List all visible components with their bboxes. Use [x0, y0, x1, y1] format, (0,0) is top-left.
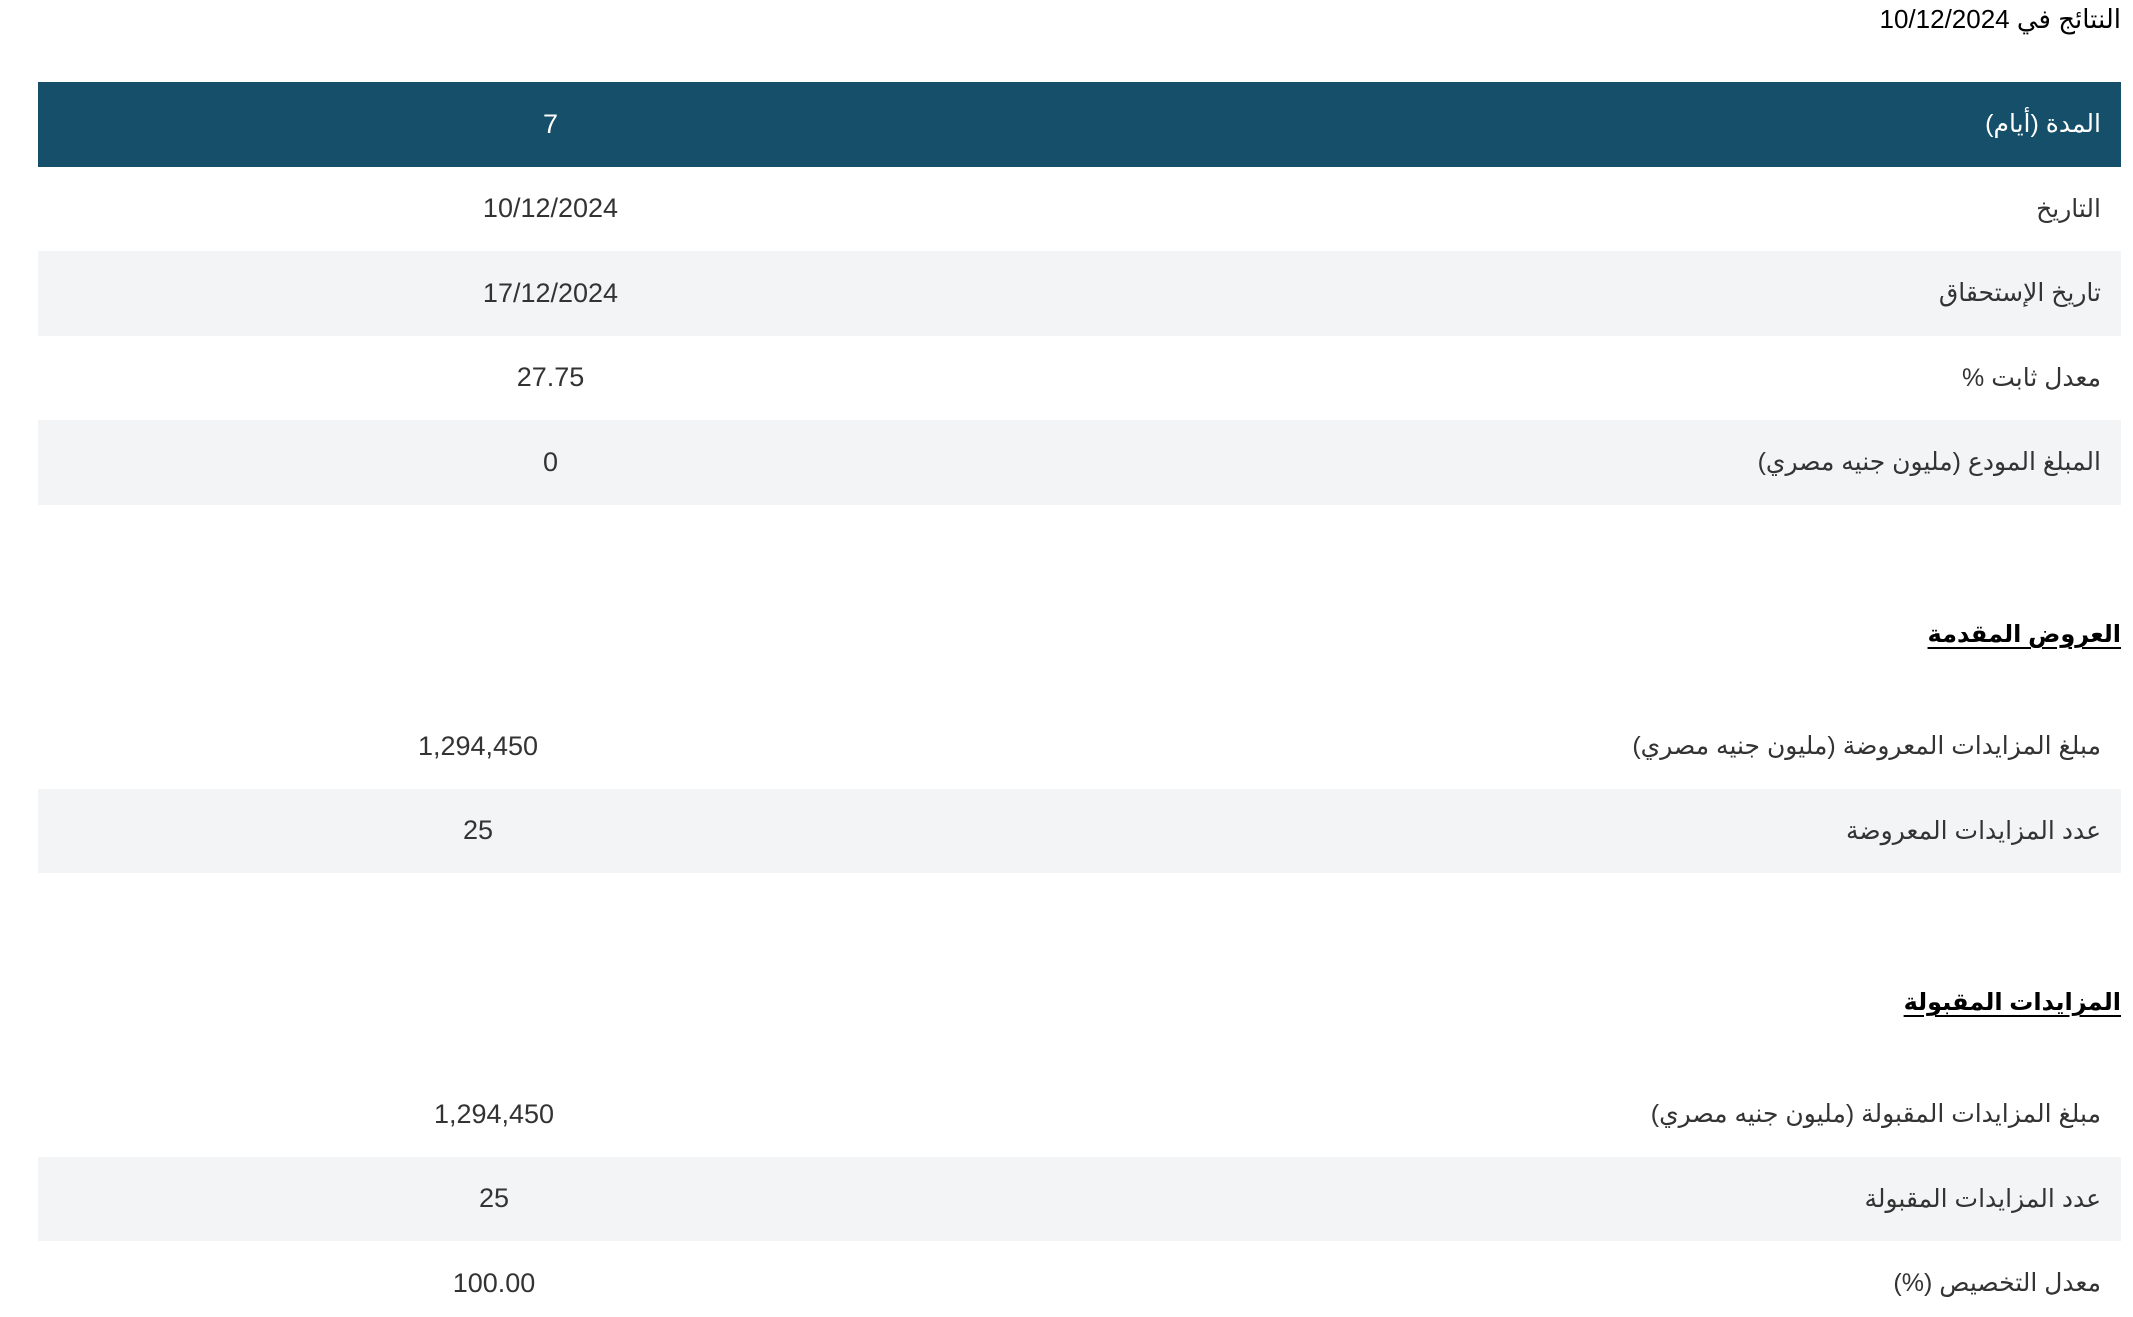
results-heading-date: 10/12/2024: [1879, 4, 2010, 34]
table-row: 100.00 معدل التخصيص (%): [38, 1241, 2121, 1317]
offered-bids-amount-value: 1,294,450: [417, 730, 539, 761]
accepted-section-title: المزايدات المقبولة: [1903, 989, 2121, 1016]
accepted-bids-amount-label: مبلغ المزايدات المقبولة (مليون جنيه مصري…: [1650, 1100, 2101, 1129]
results-heading-prefix: النتائج في: [2016, 4, 2121, 34]
table-row: 1,294,450 مبلغ المزايدات المعروضة (مليون…: [38, 704, 2121, 789]
fixed-rate-label: معدل ثابت %: [1962, 363, 2101, 392]
table-row: 10/12/2024 التاريخ: [38, 167, 2121, 252]
deposited-amount-label: المبلغ المودع (مليون جنيه مصري): [1063, 420, 2121, 505]
offered-bids-count-label: عدد المزايدات المعروضة: [918, 788, 2121, 873]
allocation-rate-label: معدل التخصيص (%): [1893, 1269, 2101, 1298]
table-row: 7 المدة (أيام): [38, 82, 2121, 167]
results-heading: النتائج في 10/12/2024: [1880, 4, 2121, 35]
table-row: 25 عدد المزايدات المقبولة: [38, 1156, 2121, 1241]
table-row: 25 عدد المزايدات المعروضة: [38, 788, 2121, 873]
maturity-date-label: تاريخ الإستحقاق: [1063, 251, 2121, 336]
main-results-table: 7 المدة (أيام) 10/12/2024 التاريخ 17/12/…: [38, 82, 2121, 505]
table-row: 17/12/2024 تاريخ الإستحقاق: [38, 251, 2121, 336]
page: النتائج في 10/12/2024 7 المدة (أيام) 10/…: [0, 0, 2133, 1317]
fixed-rate-value: 27.75: [516, 362, 585, 393]
allocation-rate-value: 100.00: [452, 1267, 536, 1298]
date-label: التاريخ: [2036, 194, 2101, 223]
table-row: 1,294,450 مبلغ المزايدات المقبولة (مليون…: [38, 1072, 2121, 1157]
table-row: 27.75 معدل ثابت %: [38, 336, 2121, 421]
duration-label: المدة (أيام): [1063, 82, 2121, 167]
offered-bids-amount-label: مبلغ المزايدات المعروضة (مليون جنيه مصري…: [1632, 732, 2101, 761]
offered-bids-count-value: 25: [38, 788, 918, 873]
date-value: 10/12/2024: [482, 193, 619, 224]
accepted-bids-amount-value: 1,294,450: [433, 1098, 555, 1129]
accepted-table: 1,294,450 مبلغ المزايدات المقبولة (مليون…: [38, 1072, 2121, 1317]
offers-table: 1,294,450 مبلغ المزايدات المعروضة (مليون…: [38, 704, 2121, 873]
accepted-bids-count-label: عدد المزايدات المقبولة: [950, 1156, 2121, 1241]
offers-section-title: العروض المقدمة: [1927, 621, 2121, 648]
duration-value: 7: [38, 82, 1063, 167]
table-row: 0 المبلغ المودع (مليون جنيه مصري): [38, 420, 2121, 505]
deposited-amount-value: 0: [38, 420, 1063, 505]
accepted-bids-count-value: 25: [38, 1156, 950, 1241]
maturity-date-value: 17/12/2024: [38, 251, 1063, 336]
